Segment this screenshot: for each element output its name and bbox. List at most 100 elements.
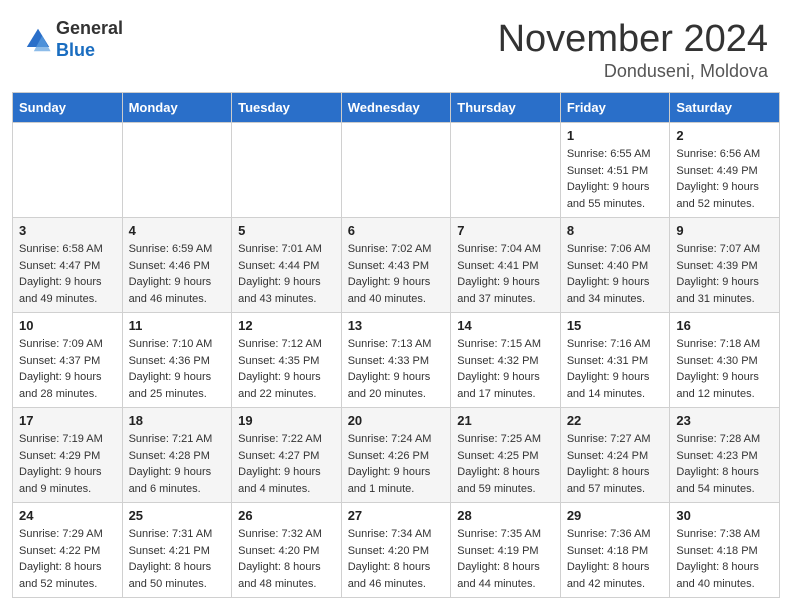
day-info: Sunrise: 7:06 AMSunset: 4:40 PMDaylight:… (567, 241, 664, 307)
day-info: Sunrise: 7:09 AMSunset: 4:37 PMDaylight:… (19, 336, 116, 402)
calendar-day-cell: 2 Sunrise: 6:56 AMSunset: 4:49 PMDaylight… (670, 123, 780, 218)
day-number: 2 (676, 128, 773, 143)
logo-blue-text: Blue (56, 40, 123, 62)
calendar-day-cell: 27 Sunrise: 7:34 AMSunset: 4:20 PMDayligh… (341, 503, 451, 598)
calendar-day-cell: 5 Sunrise: 7:01 AMSunset: 4:44 PMDaylight… (232, 218, 342, 313)
calendar-day-cell: 20 Sunrise: 7:24 AMSunset: 4:26 PMDayligh… (341, 408, 451, 503)
calendar-wrapper: SundayMondayTuesdayWednesdayThursdayFrid… (0, 92, 792, 610)
day-info: Sunrise: 7:07 AMSunset: 4:39 PMDaylight:… (676, 241, 773, 307)
calendar-body: 1 Sunrise: 6:55 AMSunset: 4:51 PMDaylight… (13, 123, 780, 598)
weekday-sunday: Sunday (13, 93, 123, 123)
calendar-day-cell: 6Sunrise: 7:02 AMSunset: 4:43 PMDaylight… (341, 218, 451, 313)
day-info: Sunrise: 7:21 AMSunset: 4:28 PMDaylight:… (129, 431, 226, 497)
calendar-week-row: 10Sunrise: 7:09 AMSunset: 4:37 PMDayligh… (13, 313, 780, 408)
day-number: 14 (457, 318, 554, 333)
day-info: Sunrise: 7:38 AMSunset: 4:18 PMDaylight:… (676, 526, 773, 592)
calendar-week-row: 24 Sunrise: 7:29 AMSunset: 4:22 PMDayligh… (13, 503, 780, 598)
day-info: Sunrise: 7:18 AMSunset: 4:30 PMDaylight:… (676, 336, 773, 402)
weekday-friday: Friday (560, 93, 670, 123)
calendar-day-cell: 19 Sunrise: 7:22 AMSunset: 4:27 PMDayligh… (232, 408, 342, 503)
day-number: 11 (129, 318, 226, 333)
day-info: Sunrise: 7:19 AMSunset: 4:29 PMDaylight:… (19, 431, 116, 497)
calendar-day-cell: 12Sunrise: 7:12 AMSunset: 4:35 PMDayligh… (232, 313, 342, 408)
day-number: 16 (676, 318, 773, 333)
day-info: Sunrise: 7:22 AMSunset: 4:27 PMDaylight:… (238, 431, 335, 497)
day-number: 1 (567, 128, 664, 143)
calendar-day-cell: 22 Sunrise: 7:27 AMSunset: 4:24 PMDayligh… (560, 408, 670, 503)
calendar-day-cell: 1 Sunrise: 6:55 AMSunset: 4:51 PMDaylight… (560, 123, 670, 218)
day-number: 30 (676, 508, 773, 523)
calendar-day-cell: 15Sunrise: 7:16 AMSunset: 4:31 PMDayligh… (560, 313, 670, 408)
month-title: November 2024 (498, 18, 768, 61)
day-info: Sunrise: 7:36 AMSunset: 4:18 PMDaylight:… (567, 526, 664, 592)
day-number: 12 (238, 318, 335, 333)
logo: General Blue (24, 18, 123, 61)
logo-icon (24, 26, 52, 54)
calendar-day-cell: 18 Sunrise: 7:21 AMSunset: 4:28 PMDayligh… (122, 408, 232, 503)
day-info: Sunrise: 7:34 AMSunset: 4:20 PMDaylight:… (348, 526, 445, 592)
day-info: Sunrise: 7:10 AMSunset: 4:36 PMDaylight:… (129, 336, 226, 402)
calendar-day-cell: 21 Sunrise: 7:25 AMSunset: 4:25 PMDayligh… (451, 408, 561, 503)
calendar-day-cell: 26Sunrise: 7:32 AMSunset: 4:20 PMDayligh… (232, 503, 342, 598)
day-number: 19 (238, 413, 335, 428)
calendar-day-cell: 28 Sunrise: 7:35 AMSunset: 4:19 PMDayligh… (451, 503, 561, 598)
page-header: General Blue November 2024 Donduseni, Mo… (0, 0, 792, 92)
calendar-day-cell (122, 123, 232, 218)
calendar-header: SundayMondayTuesdayWednesdayThursdayFrid… (13, 93, 780, 123)
weekday-monday: Monday (122, 93, 232, 123)
calendar-day-cell: 3Sunrise: 6:58 AMSunset: 4:47 PMDaylight… (13, 218, 123, 313)
logo-general-text: General (56, 18, 123, 40)
calendar-day-cell (232, 123, 342, 218)
weekday-tuesday: Tuesday (232, 93, 342, 123)
calendar-week-row: 3Sunrise: 6:58 AMSunset: 4:47 PMDaylight… (13, 218, 780, 313)
day-number: 8 (567, 223, 664, 238)
calendar-day-cell: 24 Sunrise: 7:29 AMSunset: 4:22 PMDayligh… (13, 503, 123, 598)
day-info: Sunrise: 7:15 AMSunset: 4:32 PMDaylight:… (457, 336, 554, 402)
calendar-day-cell: 30 Sunrise: 7:38 AMSunset: 4:18 PMDayligh… (670, 503, 780, 598)
day-info: Sunrise: 6:55 AMSunset: 4:51 PMDaylight:… (567, 146, 664, 212)
day-number: 28 (457, 508, 554, 523)
day-info: Sunrise: 7:28 AMSunset: 4:23 PMDaylight:… (676, 431, 773, 497)
day-info: Sunrise: 7:24 AMSunset: 4:26 PMDaylight:… (348, 431, 445, 497)
calendar-day-cell: 29Sunrise: 7:36 AMSunset: 4:18 PMDayligh… (560, 503, 670, 598)
day-info: Sunrise: 7:01 AMSunset: 4:44 PMDaylight:… (238, 241, 335, 307)
logo-text: General Blue (56, 18, 123, 61)
day-number: 17 (19, 413, 116, 428)
calendar-day-cell (13, 123, 123, 218)
calendar-week-row: 1 Sunrise: 6:55 AMSunset: 4:51 PMDaylight… (13, 123, 780, 218)
calendar-day-cell: 25Sunrise: 7:31 AMSunset: 4:21 PMDayligh… (122, 503, 232, 598)
calendar-day-cell: 11 Sunrise: 7:10 AMSunset: 4:36 PMDayligh… (122, 313, 232, 408)
day-info: Sunrise: 7:13 AMSunset: 4:33 PMDaylight:… (348, 336, 445, 402)
day-info: Sunrise: 7:29 AMSunset: 4:22 PMDaylight:… (19, 526, 116, 592)
day-number: 13 (348, 318, 445, 333)
day-number: 22 (567, 413, 664, 428)
day-number: 18 (129, 413, 226, 428)
day-info: Sunrise: 6:59 AMSunset: 4:46 PMDaylight:… (129, 241, 226, 307)
calendar-day-cell: 4 Sunrise: 6:59 AMSunset: 4:46 PMDaylight… (122, 218, 232, 313)
weekday-wednesday: Wednesday (341, 93, 451, 123)
day-number: 21 (457, 413, 554, 428)
day-number: 3 (19, 223, 116, 238)
calendar-week-row: 17 Sunrise: 7:19 AMSunset: 4:29 PMDayligh… (13, 408, 780, 503)
calendar-day-cell: 9Sunrise: 7:07 AMSunset: 4:39 PMDaylight… (670, 218, 780, 313)
calendar-day-cell: 17 Sunrise: 7:19 AMSunset: 4:29 PMDayligh… (13, 408, 123, 503)
day-info: Sunrise: 7:32 AMSunset: 4:20 PMDaylight:… (238, 526, 335, 592)
day-info: Sunrise: 7:31 AMSunset: 4:21 PMDaylight:… (129, 526, 226, 592)
day-number: 4 (129, 223, 226, 238)
calendar-day-cell (451, 123, 561, 218)
calendar-day-cell: 10Sunrise: 7:09 AMSunset: 4:37 PMDayligh… (13, 313, 123, 408)
day-info: Sunrise: 7:04 AMSunset: 4:41 PMDaylight:… (457, 241, 554, 307)
day-info: Sunrise: 6:56 AMSunset: 4:49 PMDaylight:… (676, 146, 773, 212)
day-info: Sunrise: 7:27 AMSunset: 4:24 PMDaylight:… (567, 431, 664, 497)
calendar-table: SundayMondayTuesdayWednesdayThursdayFrid… (12, 92, 780, 598)
calendar-day-cell: 23Sunrise: 7:28 AMSunset: 4:23 PMDayligh… (670, 408, 780, 503)
day-number: 20 (348, 413, 445, 428)
day-number: 24 (19, 508, 116, 523)
day-info: Sunrise: 7:35 AMSunset: 4:19 PMDaylight:… (457, 526, 554, 592)
day-info: Sunrise: 7:25 AMSunset: 4:25 PMDaylight:… (457, 431, 554, 497)
weekday-row: SundayMondayTuesdayWednesdayThursdayFrid… (13, 93, 780, 123)
day-number: 27 (348, 508, 445, 523)
day-number: 5 (238, 223, 335, 238)
location-title: Donduseni, Moldova (498, 61, 768, 82)
calendar-day-cell: 16 Sunrise: 7:18 AMSunset: 4:30 PMDayligh… (670, 313, 780, 408)
